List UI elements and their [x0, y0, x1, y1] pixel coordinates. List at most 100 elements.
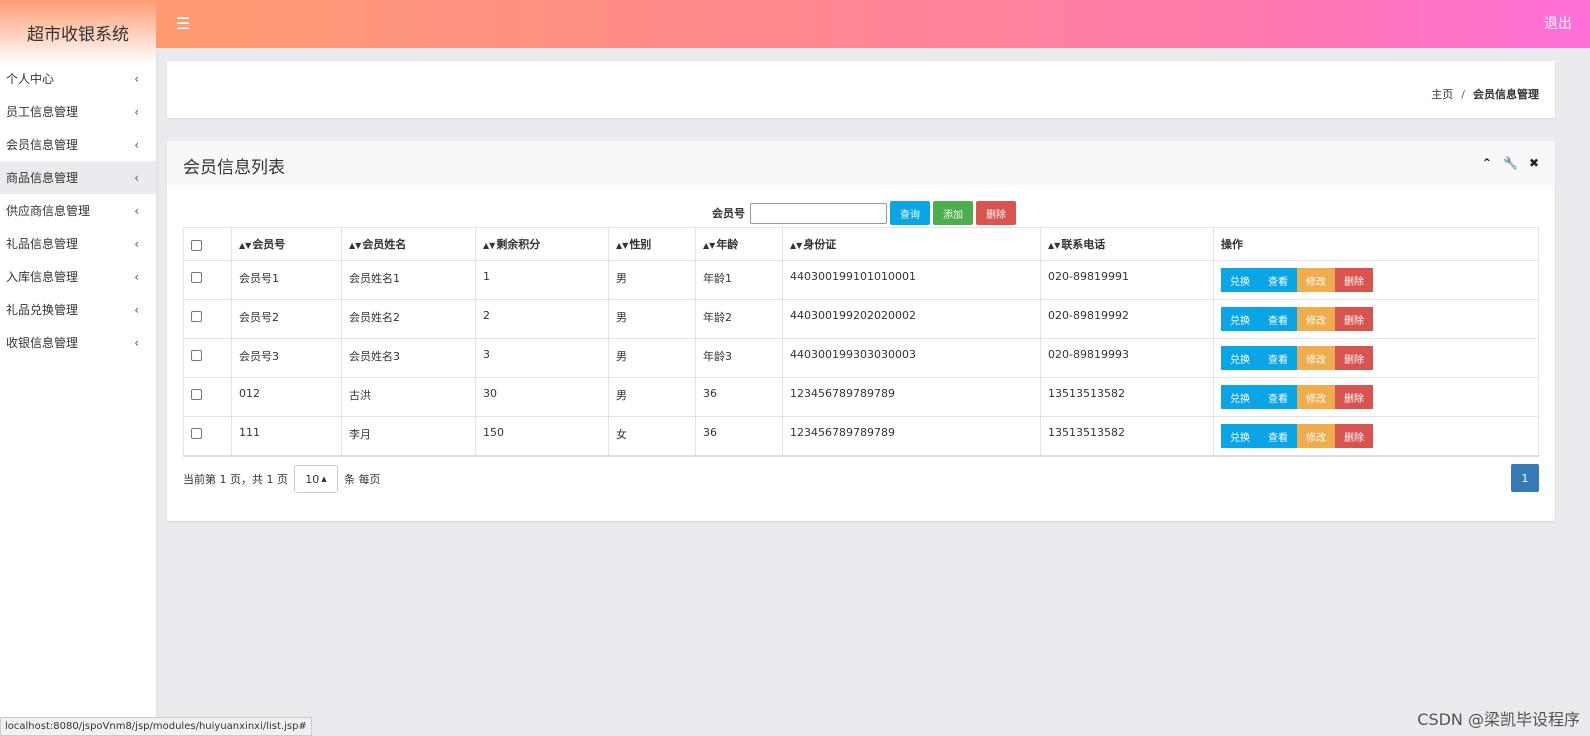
sort-icon: ▲▼ [239, 241, 252, 250]
column-header[interactable]: ▲▼会员号 [231, 227, 342, 261]
sidebar-item-label: 供应商信息管理 [6, 204, 91, 218]
table-cell: 111 [231, 416, 342, 457]
query-button[interactable]: 查询 [890, 201, 930, 225]
search-input[interactable] [750, 202, 887, 224]
table-cell: 李月 [341, 416, 476, 457]
sidebar-item-personal-center[interactable]: 个人中心 ‹ [0, 62, 156, 95]
page-size-select[interactable]: 10 ▲ [293, 465, 338, 493]
edit-button[interactable]: 修改 [1297, 268, 1335, 292]
row-checkbox[interactable] [191, 310, 202, 322]
chevron-left-icon: ‹ [134, 71, 139, 86]
table-cell: 150 [475, 416, 609, 457]
sidebar-item-gift[interactable]: 礼品信息管理 ‹ [0, 227, 156, 260]
sidebar-item-employee[interactable]: 员工信息管理 ‹ [0, 95, 156, 128]
table-cell: 440300199202020002 [782, 299, 1041, 339]
search-bar: 会员号 查询 添加 删除 [712, 201, 1016, 225]
table-cell: 13513513582 [1040, 416, 1214, 457]
edit-button[interactable]: 修改 [1297, 307, 1335, 331]
column-header[interactable]: ▲▼身份证 [782, 227, 1041, 261]
row-checkbox[interactable] [191, 388, 202, 400]
table-cell: 36 [695, 416, 783, 457]
exchange-button[interactable]: 兑换 [1221, 268, 1259, 292]
sidebar-item-product[interactable]: 商品信息管理 ‹ [0, 161, 156, 194]
row-checkbox[interactable] [191, 427, 202, 439]
view-button[interactable]: 查看 [1259, 268, 1297, 292]
column-header[interactable]: ▲▼联系电话 [1040, 227, 1214, 261]
hamburger-icon[interactable]: ☰ [176, 14, 190, 33]
sidebar: 个人中心 ‹ 员工信息管理 ‹ 会员信息管理 ‹ 商品信息管理 ‹ 供应商信息管理 ‹ 礼… [0, 48, 156, 736]
close-icon[interactable]: ✖ [1529, 156, 1539, 170]
page-title: 会员信息列表 [183, 158, 285, 178]
caret-up-icon: ▲ [321, 475, 327, 483]
table-cell: 会员号2 [231, 299, 342, 339]
view-button[interactable]: 查看 [1259, 424, 1297, 448]
sidebar-item-member[interactable]: 会员信息管理 ‹ [0, 128, 156, 161]
table-cell: 440300199101010001 [782, 260, 1041, 300]
sidebar-item-label: 员工信息管理 [6, 105, 79, 119]
select-all-header [183, 227, 232, 261]
column-header[interactable]: ▲▼年龄 [695, 227, 783, 261]
member-list-panel: 会员信息列表 ⌃ 🔧 ✖ 会员号 查询 添加 删除 ▲▼会员号 ▲▼会员姓名 ▲… [167, 141, 1555, 521]
breadcrumb-separator: / [1461, 88, 1465, 101]
row-checkbox[interactable] [191, 271, 202, 283]
sidebar-item-label: 礼品兑换管理 [6, 303, 79, 317]
view-button[interactable]: 查看 [1259, 346, 1297, 370]
row-select-cell [183, 377, 232, 417]
sidebar-item-cashier[interactable]: 收银信息管理 ‹ [0, 326, 156, 359]
add-button[interactable]: 添加 [933, 201, 973, 225]
delete-button[interactable]: 删除 [1335, 346, 1373, 370]
row-checkbox[interactable] [191, 349, 202, 361]
delete-button[interactable]: 删除 [1335, 424, 1373, 448]
view-button[interactable]: 查看 [1259, 385, 1297, 409]
table-cell: 会员姓名2 [341, 299, 476, 339]
per-page-label: 条 每页 [343, 473, 381, 486]
table-cell: 123456789789789 [782, 416, 1041, 457]
table-cell: 会员姓名1 [341, 260, 476, 300]
breadcrumb-current: 会员信息管理 [1473, 88, 1539, 101]
member-table: ▲▼会员号 ▲▼会员姓名 ▲▼剩余积分 ▲▼性别 ▲▼年龄 ▲▼身份证 ▲▼联系… [183, 227, 1539, 457]
wrench-icon[interactable]: 🔧 [1503, 156, 1518, 170]
column-header[interactable]: ▲▼会员姓名 [341, 227, 476, 261]
table-cell: 年龄2 [695, 299, 783, 339]
logout-button[interactable]: 退出 [1544, 13, 1572, 33]
view-button[interactable]: 查看 [1259, 307, 1297, 331]
edit-button[interactable]: 修改 [1297, 385, 1335, 409]
column-header[interactable]: ▲▼剩余积分 [475, 227, 609, 261]
sort-icon: ▲▼ [616, 241, 629, 250]
chevron-left-icon: ‹ [134, 302, 139, 317]
select-all-checkbox[interactable] [191, 239, 202, 251]
table-cell: 男 [608, 260, 696, 300]
app-title: 超市收银系统 [0, 0, 156, 64]
breadcrumb-home[interactable]: 主页 [1431, 88, 1453, 101]
column-header: 操作 [1213, 227, 1539, 261]
sidebar-item-stock-in[interactable]: 入库信息管理 ‹ [0, 260, 156, 293]
delete-button[interactable]: 删除 [1335, 268, 1373, 292]
row-select-cell [183, 416, 232, 457]
chevron-left-icon: ‹ [134, 137, 139, 152]
table-row: 会员号2 会员姓名2 2 男 年龄2 440300199202020002 02… [183, 299, 1539, 339]
row-select-cell [183, 299, 232, 339]
table-row: 会员号1 会员姓名1 1 男 年龄1 440300199101010001 02… [183, 260, 1539, 300]
edit-button[interactable]: 修改 [1297, 424, 1335, 448]
table-cell: 年龄3 [695, 338, 783, 378]
page-button-1[interactable]: 1 [1511, 464, 1539, 492]
table-cell: 13513513582 [1040, 377, 1214, 417]
exchange-button[interactable]: 兑换 [1221, 307, 1259, 331]
delete-button[interactable]: 删除 [1335, 307, 1373, 331]
table-cell: 1 [475, 260, 609, 300]
sidebar-item-gift-exchange[interactable]: 礼品兑换管理 ‹ [0, 293, 156, 326]
table-cell: 会员号1 [231, 260, 342, 300]
edit-button[interactable]: 修改 [1297, 346, 1335, 370]
batch-delete-button[interactable]: 删除 [976, 201, 1016, 225]
panel-header: 会员信息列表 ⌃ 🔧 ✖ [167, 141, 1555, 185]
sort-icon: ▲▼ [703, 241, 716, 250]
exchange-button[interactable]: 兑换 [1221, 424, 1259, 448]
breadcrumb-panel: 主页 / 会员信息管理 [167, 61, 1555, 118]
sidebar-item-supplier[interactable]: 供应商信息管理 ‹ [0, 194, 156, 227]
exchange-button[interactable]: 兑换 [1221, 346, 1259, 370]
exchange-button[interactable]: 兑换 [1221, 385, 1259, 409]
chevron-up-icon[interactable]: ⌃ [1482, 156, 1492, 170]
sidebar-item-label: 礼品信息管理 [6, 237, 79, 251]
column-header[interactable]: ▲▼性别 [608, 227, 696, 261]
delete-button[interactable]: 删除 [1335, 385, 1373, 409]
